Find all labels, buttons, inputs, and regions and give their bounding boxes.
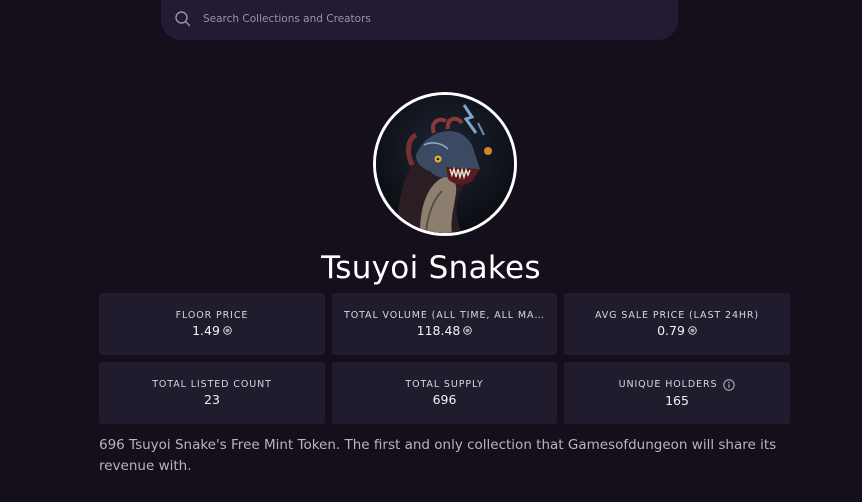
stats-grid: FLOOR PRICE 1.49 TOTAL VOLUME (ALL TIME,… <box>99 293 790 424</box>
stat-value: 1.49 <box>192 323 232 338</box>
stat-value: 165 <box>665 393 689 408</box>
collection-title: Tsuyoi Snakes <box>321 250 541 286</box>
stat-label: AVG SALE PRICE (LAST 24HR) <box>594 310 760 321</box>
stat-value: 23 <box>204 392 220 407</box>
solana-icon <box>223 326 232 335</box>
stat-value: 0.79 <box>657 323 697 338</box>
collection-description: 696 Tsuyoi Snake's Free Mint Token. The … <box>99 437 777 474</box>
search-icon <box>175 11 191 27</box>
collection-avatar <box>373 92 517 236</box>
stat-label: UNIQUE HOLDERS <box>618 379 718 390</box>
stat-card-floor-price: FLOOR PRICE 1.49 <box>99 293 325 355</box>
stat-value: 118.48 <box>417 323 473 338</box>
snake-avatar-image <box>376 95 514 233</box>
collection-page: Tsuyoi Snakes FLOOR PRICE 1.49 TOTAL VOL… <box>0 0 862 502</box>
search-input[interactable] <box>203 10 643 28</box>
info-icon[interactable] <box>723 378 736 391</box>
stat-card-total-volume: TOTAL VOLUME (ALL TIME, ALL MARKETPLACES… <box>332 293 557 355</box>
stat-label: TOTAL LISTED COUNT <box>152 379 272 390</box>
stat-value: 696 <box>433 392 457 407</box>
stat-label-row: UNIQUE HOLDERS <box>618 378 736 391</box>
stat-label: FLOOR PRICE <box>175 310 249 321</box>
search-bar[interactable] <box>161 0 678 40</box>
stat-card-avg-sale-price: AVG SALE PRICE (LAST 24HR) 0.79 <box>564 293 790 355</box>
stat-label: TOTAL SUPPLY <box>405 379 484 390</box>
stat-value-text: 0.79 <box>657 323 685 338</box>
stat-value-text: 23 <box>204 392 220 407</box>
stat-value-text: 1.49 <box>192 323 220 338</box>
stat-card-unique-holders: UNIQUE HOLDERS 165 <box>564 362 790 424</box>
stat-value-text: 165 <box>665 392 689 408</box>
stat-value-text: 118.48 <box>416 323 461 338</box>
stat-value-text: 696 <box>432 392 457 407</box>
solana-icon <box>688 326 697 335</box>
stat-label: TOTAL VOLUME (ALL TIME, ALL MARKETPLACES… <box>344 310 545 321</box>
stat-card-total-supply: TOTAL SUPPLY 696 <box>332 362 557 424</box>
solana-icon <box>463 326 473 335</box>
stat-card-total-listed: TOTAL LISTED COUNT 23 <box>99 362 325 424</box>
